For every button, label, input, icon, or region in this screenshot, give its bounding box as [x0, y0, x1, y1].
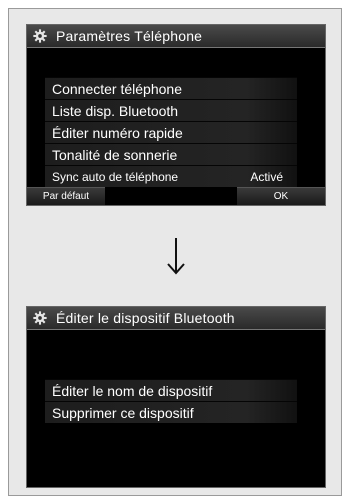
ok-button[interactable]: OK [237, 187, 325, 205]
menu-item-bluetooth-device-list[interactable]: Liste disp. Bluetooth [45, 99, 297, 121]
phone-settings-menu: Connecter téléphone Liste disp. Bluetoot… [45, 77, 297, 187]
down-arrow-icon [167, 238, 185, 275]
menu-item-label: Éditer numéro rapide [52, 124, 183, 141]
menu-item-label: Supprimer ce dispositif [52, 404, 194, 421]
gear-icon [33, 311, 47, 325]
menu-item-label: Tonalité de sonnerie [52, 146, 178, 163]
setting-value: Activé [250, 169, 283, 184]
page-title: Paramètres Téléphone [56, 28, 203, 44]
page-title: Éditer le dispositif Bluetooth [56, 310, 235, 326]
menu-item-delete-device[interactable]: Supprimer ce dispositif [45, 401, 297, 423]
menu-item-edit-device-name[interactable]: Éditer le nom de dispositif [45, 379, 297, 401]
edit-bluetooth-device-screen: Éditer le dispositif Bluetooth Éditer le… [26, 306, 326, 488]
menu-item-label: Connecter téléphone [52, 80, 182, 97]
menu-item-label: Sync auto de téléphone [52, 169, 179, 184]
menu-item-ringtone[interactable]: Tonalité de sonnerie [45, 143, 297, 165]
default-button[interactable]: Par défaut [27, 187, 105, 205]
title-bar: Paramètres Téléphone [27, 25, 325, 48]
menu-item-edit-speed-dial[interactable]: Éditer numéro rapide [45, 121, 297, 143]
gear-icon [33, 29, 47, 43]
softkey-bar: Par défaut OK [27, 187, 325, 205]
title-bar: Éditer le dispositif Bluetooth [27, 307, 325, 330]
menu-item-connect-phone[interactable]: Connecter téléphone [45, 77, 297, 99]
device-options-menu: Éditer le nom de dispositif Supprimer ce… [45, 379, 297, 423]
phone-settings-screen: Paramètres Téléphone Connecter téléphone… [26, 24, 326, 206]
menu-item-auto-phone-sync[interactable]: Sync auto de téléphone Activé [45, 165, 297, 187]
menu-item-label: Liste disp. Bluetooth [52, 102, 179, 119]
menu-item-label: Éditer le nom de dispositif [52, 382, 213, 399]
